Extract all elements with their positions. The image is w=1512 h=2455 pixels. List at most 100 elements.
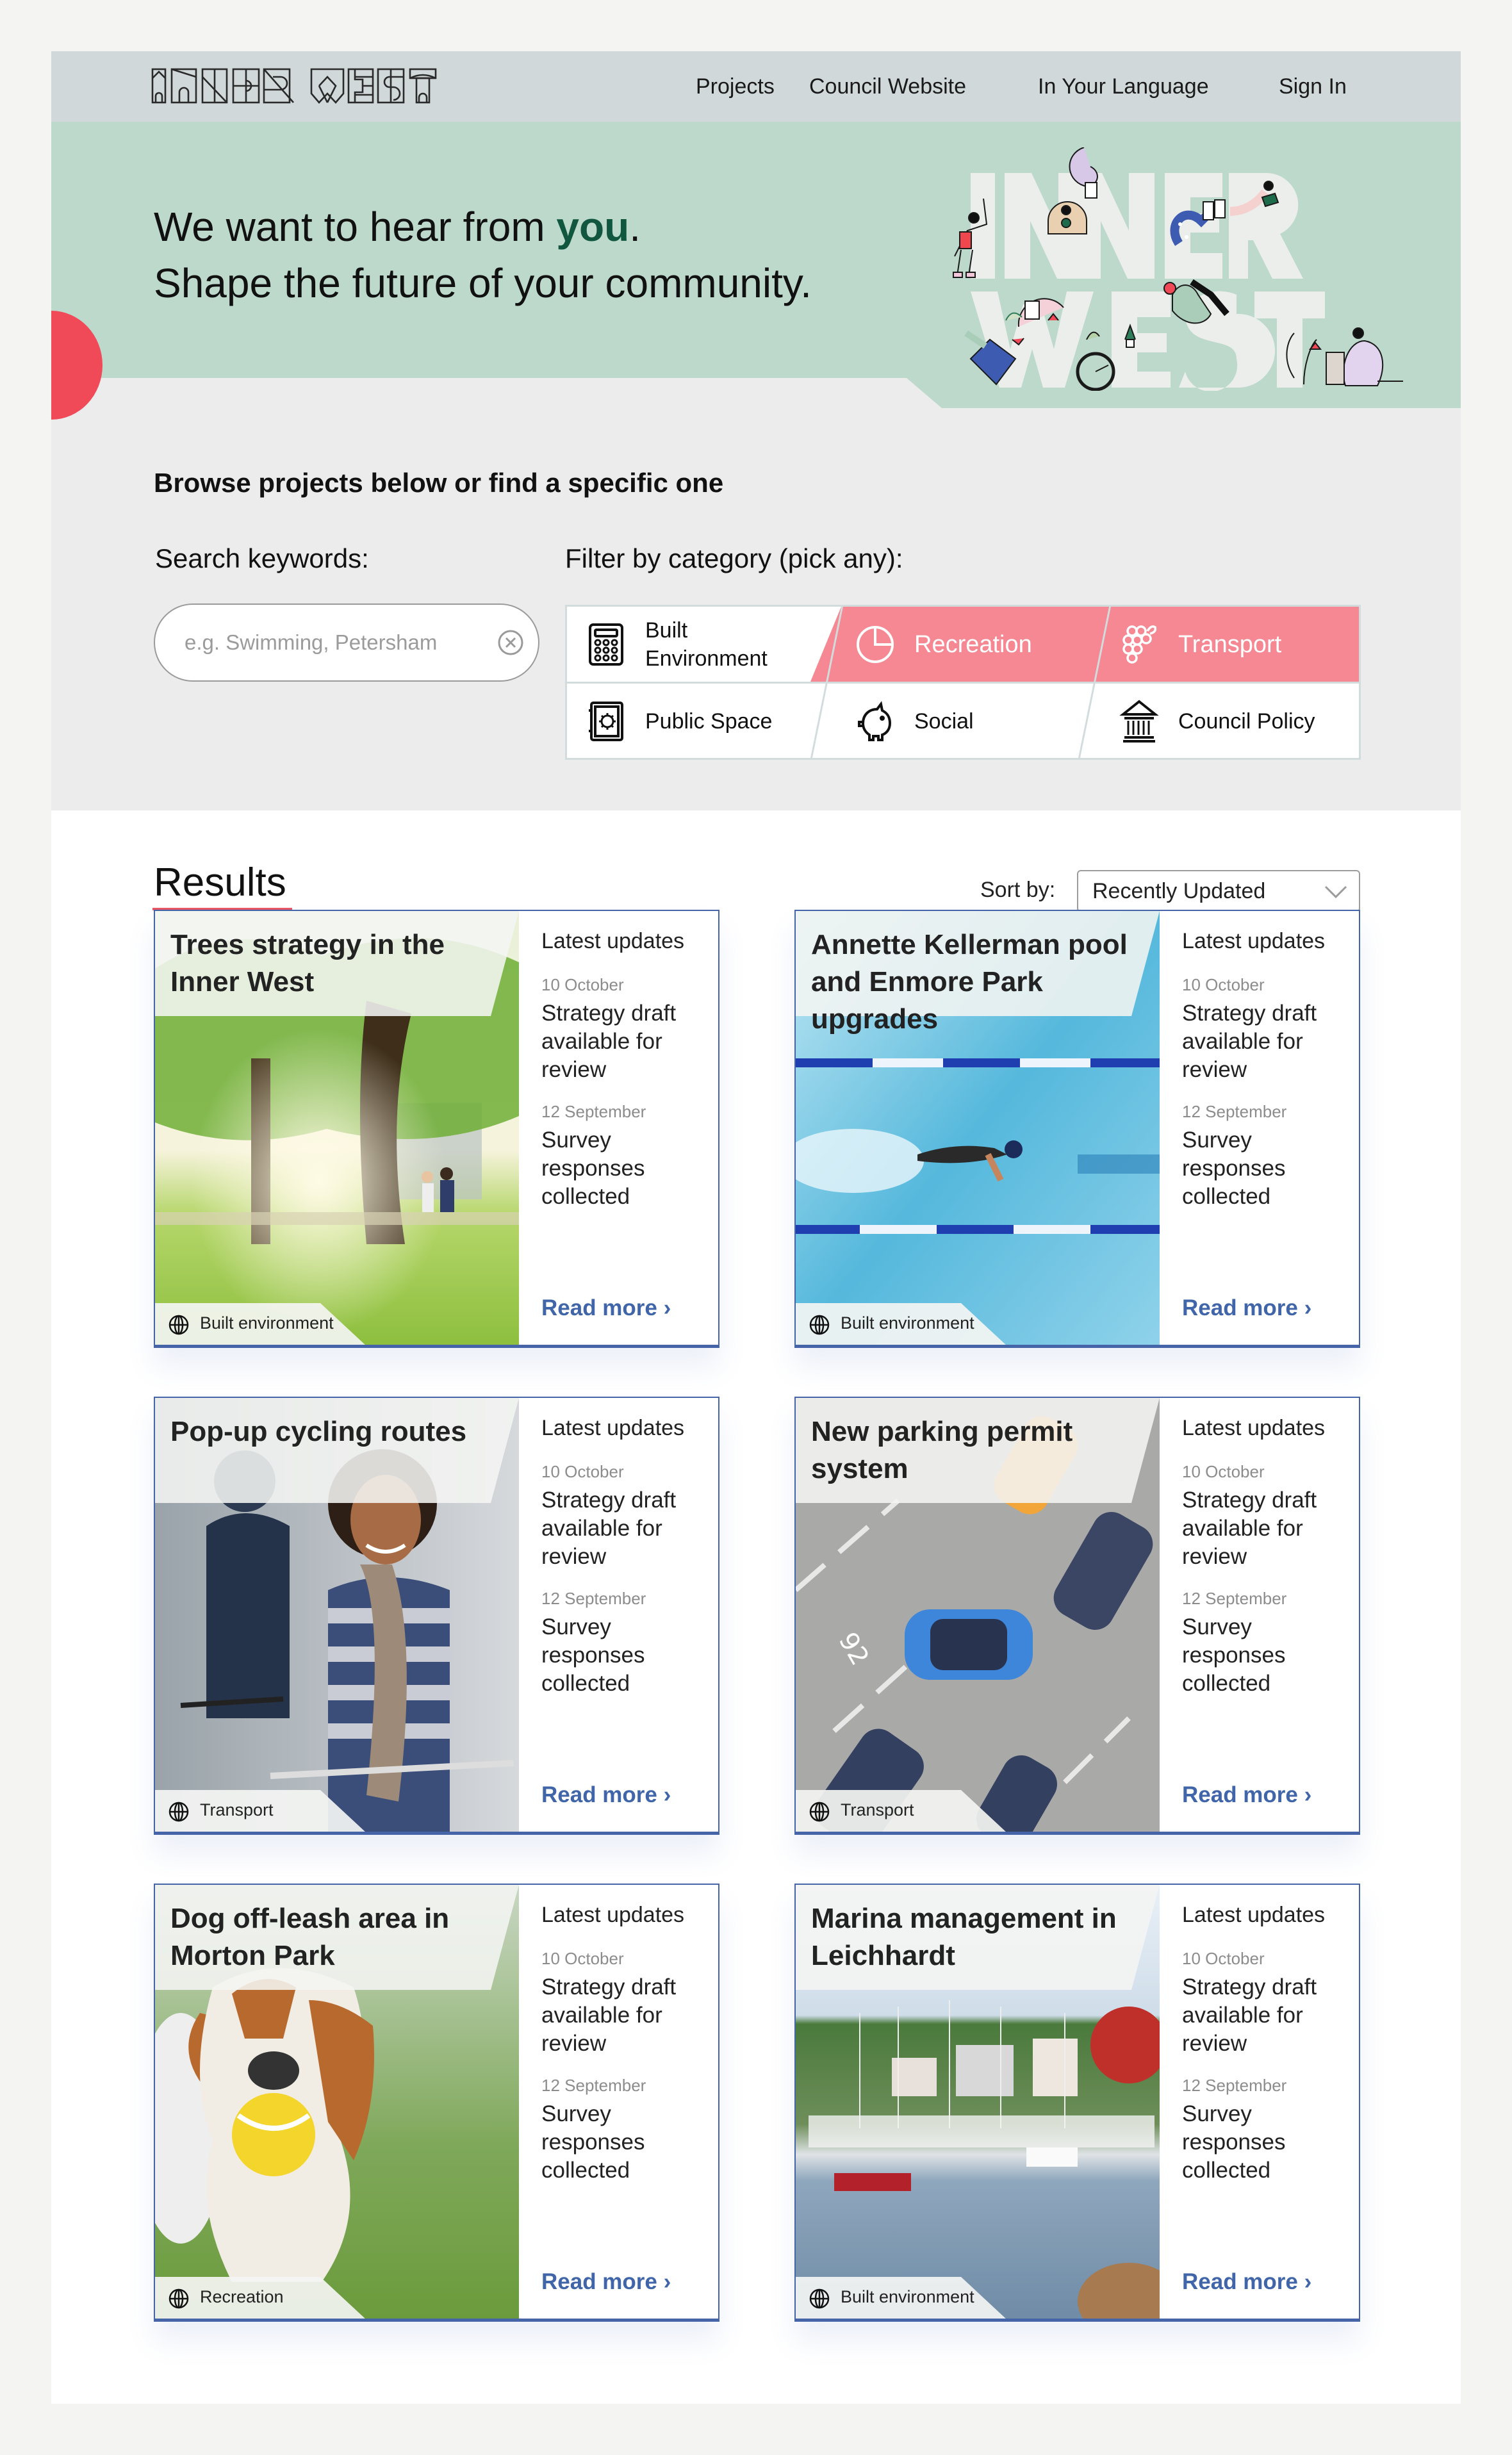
sort-label: Sort by:: [980, 878, 1056, 902]
update-date: 12 September: [1182, 1102, 1287, 1121]
project-card[interactable]: Dog off-leash area in Morton Park Recreat…: [154, 1884, 719, 2322]
filter-label-recreation: Recreation: [914, 631, 1032, 658]
results-heading: Results: [154, 860, 286, 905]
project-card[interactable]: Pop-up cycling routes Transport Latest upd…: [154, 1397, 719, 1835]
nav-sign-in[interactable]: Sign In: [1279, 70, 1347, 103]
card-title[interactable]: Pop-up cycling routes: [170, 1413, 491, 1450]
inner-west-illustration: [953, 147, 1403, 391]
read-more-link[interactable]: Read more ›: [1182, 2269, 1311, 2295]
nav-council-website[interactable]: Council Website: [809, 70, 966, 103]
filter-council-policy[interactable]: Council Policy: [1119, 684, 1350, 759]
project-card[interactable]: 92 New parking permit system Transport Late…: [794, 1397, 1360, 1835]
update-text: Survey responses collected: [541, 1128, 645, 1209]
latest-updates-heading: Latest updates: [541, 929, 685, 953]
update-date: 10 October: [541, 1949, 624, 1968]
globe-icon: [809, 2288, 830, 2309]
update-text: Strategy draft available for review: [541, 1975, 677, 2056]
hero-line2-text: Shape the future of your community.: [154, 260, 812, 306]
hero-headline: We want to hear from you. Shape the futu…: [154, 199, 812, 311]
chevron-down-icon: [1324, 885, 1347, 899]
filter-transport[interactable]: Transport: [1119, 607, 1350, 682]
calculator-icon: [589, 623, 623, 666]
nav-in-your-language[interactable]: In Your Language: [1038, 70, 1209, 103]
filter-label-transport: Transport: [1178, 631, 1282, 658]
pie-chart-icon: [857, 626, 894, 663]
filter-label-council-policy: Council Policy: [1178, 709, 1315, 734]
update-date: 12 September: [541, 2076, 646, 2095]
card-category-tag: Transport: [200, 1800, 274, 1819]
bank-building-icon: [1119, 700, 1159, 743]
search-label: Search keywords:: [155, 543, 369, 573]
sort-dropdown[interactable]: Recently Updated: [1077, 870, 1360, 912]
read-more-link[interactable]: Read more ›: [541, 1782, 671, 1808]
filter-public-space[interactable]: Public Space: [586, 684, 817, 759]
read-more-link[interactable]: Read more ›: [541, 1295, 671, 1321]
update-text: Survey responses collected: [541, 1614, 645, 1696]
filter-label-built-environment: Built Environment: [645, 618, 768, 671]
piggy-bank-icon: [858, 701, 892, 741]
read-more-link[interactable]: Read more ›: [1182, 1782, 1311, 1808]
project-card[interactable]: Marina management in Leichhardt Built env…: [794, 1884, 1360, 2322]
clear-search-icon[interactable]: [497, 629, 524, 656]
search-field: [154, 603, 539, 682]
latest-updates-heading: Latest updates: [541, 1416, 685, 1440]
update-date: 12 September: [1182, 2076, 1287, 2095]
top-navigation-bar: Projects Council Website In Your Languag…: [51, 51, 1461, 122]
update-date: 10 October: [1182, 1462, 1265, 1481]
safe-icon: [589, 702, 623, 741]
card-title[interactable]: Annette Kellerman pool and Enmore Park u…: [811, 926, 1131, 1038]
search-input[interactable]: [185, 605, 479, 680]
update-text: Survey responses collected: [1182, 1614, 1286, 1696]
filter-recreation[interactable]: Recreation: [855, 607, 1086, 682]
page-frame: Projects Council Website In Your Languag…: [51, 51, 1461, 2404]
hero-accent-word: you: [556, 204, 630, 250]
update-text: Strategy draft available for review: [1182, 1488, 1317, 1569]
update-date: 12 September: [541, 1102, 646, 1121]
card-category-tag: Recreation: [200, 2287, 284, 2306]
grapes-icon: [1122, 625, 1157, 664]
project-card[interactable]: Annette Kellerman pool and Enmore Park u…: [794, 910, 1360, 1348]
update-date: 10 October: [541, 975, 624, 994]
filter-label-public-space: Public Space: [645, 709, 773, 734]
update-text: Survey responses collected: [1182, 1128, 1286, 1209]
nav-projects[interactable]: Projects: [696, 70, 775, 103]
globe-icon: [168, 1802, 189, 1822]
globe-icon: [168, 2288, 189, 2309]
card-category-tag: Built environment: [200, 1313, 334, 1333]
update-date: 10 October: [1182, 1949, 1265, 1968]
card-title[interactable]: Dog off-leash area in Morton Park: [170, 1900, 491, 1975]
latest-updates-heading: Latest updates: [1182, 1416, 1326, 1440]
update-text: Survey responses collected: [1182, 2101, 1286, 2183]
card-category-tag: Transport: [841, 1800, 914, 1819]
card-category-tag: Built environment: [841, 2287, 974, 2306]
filter-built-environment[interactable]: Built Environment: [586, 607, 817, 682]
update-date: 10 October: [1182, 975, 1265, 994]
project-card[interactable]: Trees strategy in the Inner West Built en…: [154, 910, 719, 1348]
update-text: Strategy draft available for review: [541, 1001, 677, 1082]
latest-updates-heading: Latest updates: [541, 1903, 685, 1927]
globe-icon: [168, 1315, 189, 1335]
hero-line1-text: We want to hear from: [154, 204, 557, 250]
card-title[interactable]: Marina management in Leichhardt: [811, 1900, 1131, 1975]
filter-label-social: Social: [914, 709, 974, 734]
filter-label: Filter by category (pick any):: [565, 543, 903, 573]
update-date: 10 October: [541, 1462, 624, 1481]
browse-heading: Browse projects below or find a specific…: [154, 468, 724, 498]
globe-icon: [809, 1315, 830, 1335]
read-more-link[interactable]: Read more ›: [1182, 1295, 1311, 1321]
hero-line1-suffix: .: [629, 204, 641, 250]
update-text: Survey responses collected: [541, 2101, 645, 2183]
latest-updates-heading: Latest updates: [1182, 929, 1326, 953]
update-text: Strategy draft available for review: [541, 1488, 677, 1569]
filter-social[interactable]: Social: [855, 684, 1086, 759]
read-more-link[interactable]: Read more ›: [541, 2269, 671, 2295]
inner-west-logo[interactable]: [151, 67, 459, 105]
update-text: Strategy draft available for review: [1182, 1001, 1317, 1082]
update-date: 12 September: [1182, 1589, 1287, 1608]
update-text: Strategy draft available for review: [1182, 1975, 1317, 2056]
update-date: 12 September: [541, 1589, 646, 1608]
sort-selected-value: Recently Updated: [1092, 879, 1266, 903]
card-title[interactable]: Trees strategy in the Inner West: [170, 926, 491, 1001]
card-title[interactable]: New parking permit system: [811, 1413, 1131, 1488]
hero-section: We want to hear from you. Shape the futu…: [51, 122, 1461, 810]
